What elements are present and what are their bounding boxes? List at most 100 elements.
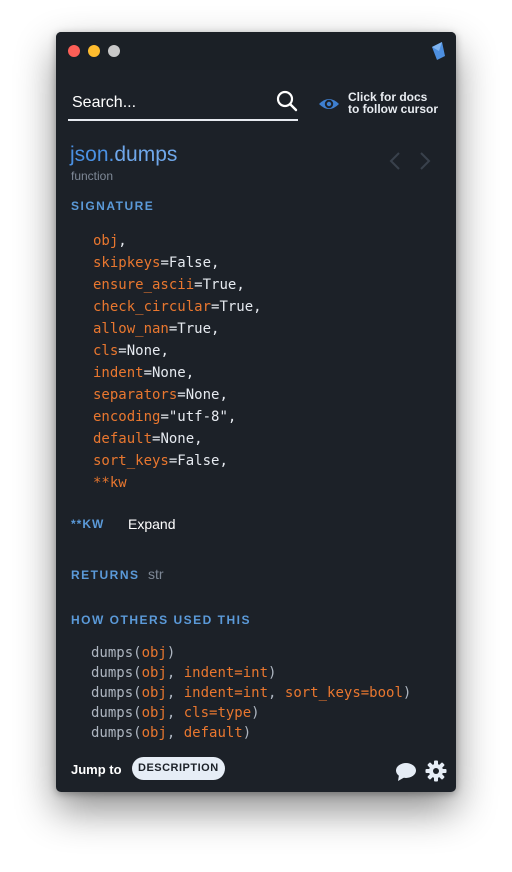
description-button[interactable]: DESCRIPTION: [132, 757, 225, 780]
usage-argument: obj: [141, 705, 167, 721]
usage-token: ,: [268, 685, 285, 701]
param-name: ensure_ascii: [93, 277, 195, 293]
usage-argument: obj: [141, 665, 167, 681]
param-default: ="utf-8": [160, 409, 228, 425]
kite-window: Click for docs to follow cursor json.dum…: [56, 32, 456, 792]
forward-arrow-icon[interactable]: [418, 150, 432, 172]
usage-argument: sort_keys=bool: [284, 685, 403, 701]
param-default: =True: [168, 321, 212, 337]
signature-label: SIGNATURE: [71, 199, 155, 213]
zoom-window-button[interactable]: [108, 45, 120, 57]
signature-param[interactable]: cls=None,: [93, 340, 262, 362]
usage-argument: indent=int: [183, 665, 269, 681]
usage-token: ): [242, 725, 252, 741]
usage-token: ): [268, 665, 277, 681]
param-name: indent: [93, 365, 144, 381]
param-name: allow_nan: [93, 321, 169, 337]
usage-argument: obj: [141, 725, 167, 741]
param-separator: ,: [194, 431, 203, 447]
usage-token: dumps(: [91, 725, 142, 741]
back-arrow-icon[interactable]: [388, 150, 402, 172]
eye-icon[interactable]: [318, 95, 340, 113]
param-name: separators: [93, 387, 178, 403]
usage-token: ,: [166, 705, 184, 721]
usage-token: ): [402, 685, 412, 701]
usage-example[interactable]: dumps(obj, cls=type): [91, 703, 411, 723]
usage-token: ): [251, 705, 260, 721]
expand-kw-button[interactable]: Expand: [128, 516, 175, 532]
jump-to-label: Jump to: [71, 762, 122, 777]
signature-param[interactable]: default=None,: [93, 428, 262, 450]
param-default: =None: [152, 431, 195, 447]
follow-cursor-line2: to follow cursor: [348, 102, 438, 116]
close-window-button[interactable]: [68, 45, 80, 57]
param-name: default: [93, 431, 153, 447]
usage-label: HOW OTHERS USED THIS: [71, 613, 252, 627]
doc-name: dumps: [114, 143, 178, 166]
usage-example[interactable]: dumps(obj): [91, 643, 411, 663]
usage-example[interactable]: dumps(obj, default): [91, 723, 411, 743]
signature-param[interactable]: skipkeys=False,: [93, 252, 262, 274]
param-default: =False: [168, 453, 220, 469]
param-separator: ,: [185, 365, 195, 381]
signature-param[interactable]: **kw: [93, 472, 262, 494]
param-separator: ,: [211, 321, 220, 337]
param-separator: ,: [160, 343, 169, 359]
param-separator: ,: [118, 233, 127, 249]
signature-param[interactable]: sort_keys=False,: [93, 450, 262, 472]
usage-example[interactable]: dumps(obj, indent=int, sort_keys=bool): [91, 683, 411, 703]
usage-argument: obj: [141, 645, 167, 661]
param-default: =False: [160, 255, 212, 271]
signature-param[interactable]: indent=None,: [93, 362, 262, 384]
usage-token: ,: [166, 685, 184, 701]
param-default: =None: [177, 387, 220, 403]
usage-argument: obj: [141, 685, 167, 701]
minimize-window-button[interactable]: [88, 45, 100, 57]
title-bar: [56, 32, 456, 70]
param-default: =True: [211, 299, 254, 315]
param-separator: ,: [219, 387, 228, 403]
usage-token: ,: [166, 725, 184, 741]
usage-argument: default: [183, 725, 243, 741]
signature-param[interactable]: encoding="utf-8",: [93, 406, 262, 428]
param-default: =None: [143, 365, 186, 381]
chat-icon[interactable]: [395, 762, 417, 782]
kw-label: **KW: [71, 517, 105, 531]
param-name: check_circular: [93, 299, 212, 315]
usage-argument: indent=int: [183, 685, 269, 701]
doc-kind: function: [71, 169, 114, 183]
param-separator: ,: [211, 255, 220, 271]
param-name: obj: [93, 233, 119, 249]
search-box[interactable]: [68, 87, 298, 121]
param-separator: ,: [253, 299, 262, 315]
usage-token: ): [166, 645, 176, 661]
signature-param[interactable]: check_circular=True,: [93, 296, 262, 318]
usage-token: dumps(: [91, 705, 142, 721]
gear-icon[interactable]: [425, 760, 447, 782]
usage-token: dumps(: [91, 665, 142, 681]
returns-type[interactable]: str: [148, 566, 164, 582]
param-separator: ,: [227, 409, 237, 425]
signature-param[interactable]: ensure_ascii=True,: [93, 274, 262, 296]
signature-param[interactable]: obj,: [93, 230, 262, 252]
signature-params: obj, skipkeys=False, ensure_ascii=True, che…: [93, 230, 262, 494]
signature-param[interactable]: separators=None,: [93, 384, 262, 406]
param-name: sort_keys: [93, 453, 169, 469]
search-input[interactable]: [70, 90, 274, 116]
usage-argument: cls=type: [183, 705, 252, 721]
follow-cursor-toggle[interactable]: Click for docs to follow cursor: [348, 91, 438, 115]
doc-module[interactable]: json.: [70, 143, 114, 166]
doc-title: json.dumps: [70, 143, 177, 167]
usage-token: ,: [166, 665, 184, 681]
returns-label: RETURNS: [71, 568, 140, 582]
param-name: **kw: [93, 475, 127, 491]
param-name: encoding: [93, 409, 161, 425]
usage-examples: dumps(obj) dumps(obj, indent=int) dumps(ob…: [91, 643, 411, 743]
usage-token: dumps(: [91, 685, 142, 701]
param-default: =None: [118, 343, 161, 359]
param-name: skipkeys: [93, 255, 161, 271]
signature-param[interactable]: allow_nan=True,: [93, 318, 262, 340]
search-icon[interactable]: [276, 90, 298, 112]
param-name: cls: [93, 343, 119, 359]
usage-example[interactable]: dumps(obj, indent=int): [91, 663, 411, 683]
